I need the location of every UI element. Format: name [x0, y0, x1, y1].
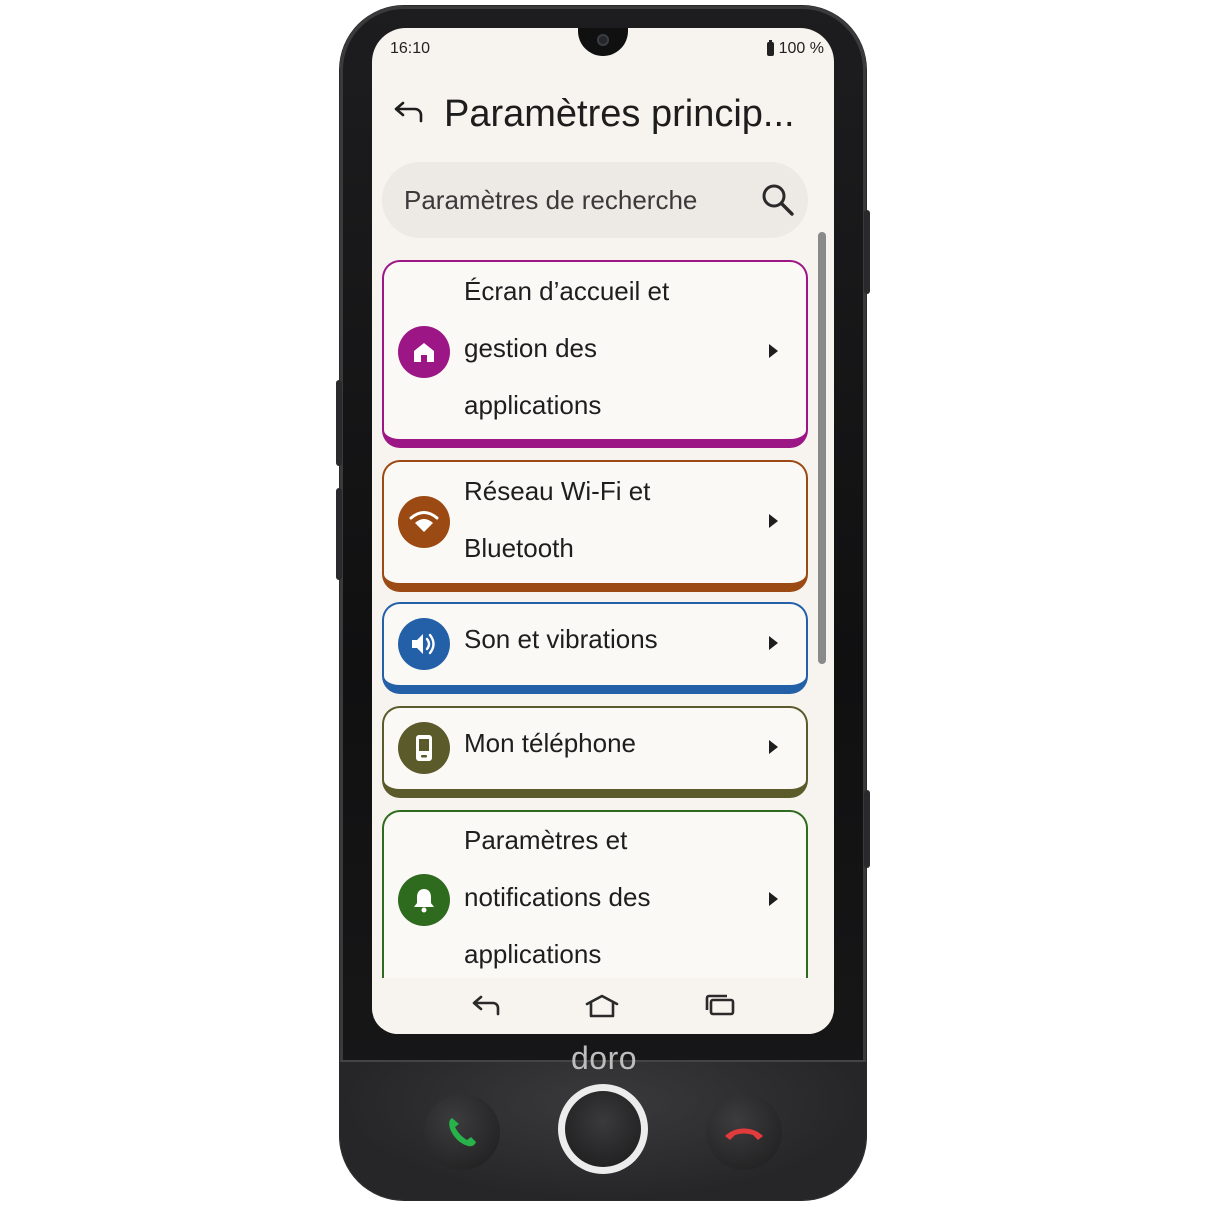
- chevron-right-icon: [769, 740, 778, 754]
- settings-item-label: Mon téléphone: [464, 728, 637, 758]
- navigation-bar: [372, 978, 834, 1034]
- settings-item-label: Écran d’accueil et gestion des applicati…: [464, 276, 670, 420]
- front-camera: [597, 34, 609, 46]
- settings-item-home-screen[interactable]: Écran d’accueil et gestion des applicati…: [382, 260, 808, 448]
- end-call-button[interactable]: [706, 1094, 782, 1170]
- battery-icon: [766, 40, 774, 56]
- notch: [578, 28, 628, 56]
- scrollbar[interactable]: [818, 232, 826, 664]
- assist-button[interactable]: [864, 790, 870, 868]
- search-bar[interactable]: [382, 162, 808, 238]
- home-button-inner: [565, 1091, 641, 1167]
- nav-back-button[interactable]: [462, 986, 510, 1026]
- back-icon: [472, 995, 500, 1016]
- wifi-icon: [398, 496, 450, 548]
- nav-home-button[interactable]: [578, 986, 626, 1026]
- settings-item-label: Son et vibrations: [464, 624, 658, 654]
- app-header: Paramètres princip...: [372, 84, 834, 144]
- settings-item-my-phone[interactable]: Mon téléphone: [382, 706, 808, 798]
- status-battery: 100 %: [766, 40, 824, 58]
- chevron-right-icon: [769, 636, 778, 650]
- volume-button[interactable]: [336, 380, 342, 466]
- home-outline-icon: [585, 994, 619, 1018]
- phone-device-icon: [398, 722, 450, 774]
- phone-call-icon: [449, 1118, 476, 1147]
- recents-icon: [705, 994, 735, 1016]
- nav-recents-button[interactable]: [696, 986, 744, 1026]
- power-button[interactable]: [864, 210, 870, 294]
- back-arrow-icon: [394, 101, 423, 123]
- call-button[interactable]: [424, 1094, 500, 1170]
- home-icon: [398, 326, 450, 378]
- settings-item-wifi-bluetooth[interactable]: Réseau Wi-Fi et Bluetooth: [382, 460, 808, 592]
- screen: 16:10 100 % Paramètres princip... Écran …: [372, 28, 834, 1034]
- side-button-left[interactable]: [336, 488, 342, 580]
- search-input[interactable]: [402, 183, 746, 217]
- status-time: 16:10: [390, 40, 431, 57]
- back-button[interactable]: [372, 84, 444, 144]
- chevron-right-icon: [769, 514, 778, 528]
- home-button[interactable]: [558, 1084, 648, 1174]
- search-icon[interactable]: [760, 182, 796, 218]
- chevron-right-icon: [769, 344, 778, 358]
- battery-level: 100 %: [778, 40, 824, 57]
- settings-item-label: Réseau Wi-Fi et Bluetooth: [464, 476, 651, 563]
- settings-item-label: Paramètres et notifications des applicat…: [464, 825, 651, 969]
- chevron-right-icon: [769, 892, 778, 906]
- bell-icon: [398, 874, 450, 926]
- page-title: Paramètres princip...: [444, 92, 795, 135]
- hang-up-icon: [725, 1128, 763, 1140]
- settings-item-sound[interactable]: Son et vibrations: [382, 602, 808, 694]
- brand-logo: doro: [570, 1040, 638, 1076]
- volume-icon: [398, 618, 450, 670]
